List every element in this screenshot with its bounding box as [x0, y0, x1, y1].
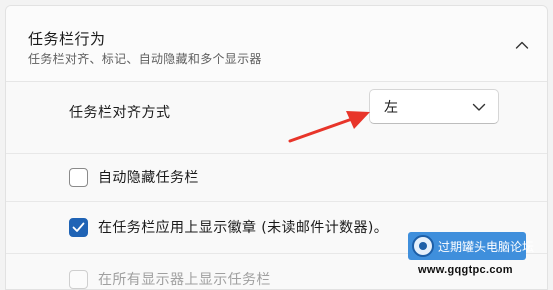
autohide-label: 自动隐藏任务栏 [98, 170, 199, 186]
autohide-checkbox[interactable] [69, 168, 88, 187]
settings-page: 任务栏行为 任务栏对齐、标记、自动隐藏和多个显示器 任务栏对齐方式 左 自动隐藏… [0, 0, 553, 290]
watermark-badge: 过期罐头电脑论坛 [408, 232, 534, 260]
badges-checkbox[interactable] [69, 218, 88, 237]
alignment-label: 任务栏对齐方式 [69, 105, 171, 121]
alignment-dropdown-value: 左 [384, 100, 398, 116]
all-displays-label: 在所有显示器上显示任务栏 [98, 272, 271, 288]
alignment-dropdown[interactable]: 左 [369, 89, 499, 124]
watermark-logo-icon [412, 235, 434, 257]
section-title: 任务栏行为 [28, 30, 106, 48]
watermark-url: www.gqgtpc.com [418, 264, 513, 276]
all-displays-checkbox [69, 270, 88, 289]
checkmark-icon [72, 222, 85, 232]
chevron-down-icon [472, 103, 486, 111]
section-subtitle: 任务栏对齐、标记、自动隐藏和多个显示器 [28, 52, 262, 66]
badges-label: 在任务栏应用上显示徽章 (未读邮件计数器)。 [98, 220, 389, 236]
option-row-autohide[interactable]: 自动隐藏任务栏 [6, 154, 547, 202]
watermark-brand: 过期罐头电脑论坛 [438, 240, 535, 254]
red-arrow-annotation [288, 111, 370, 143]
alignment-row: 任务栏对齐方式 左 [6, 82, 547, 154]
chevron-up-icon[interactable] [515, 40, 529, 50]
section-header[interactable]: 任务栏行为 任务栏对齐、标记、自动隐藏和多个显示器 [6, 6, 547, 82]
